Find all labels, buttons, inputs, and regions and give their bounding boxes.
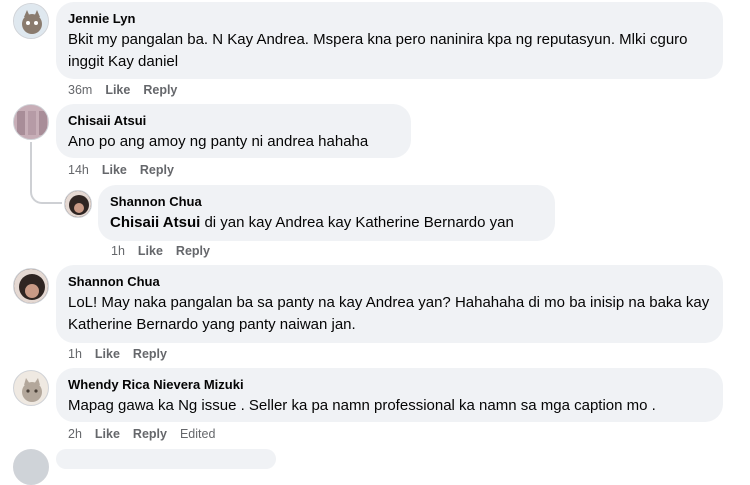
avatar-person-icon bbox=[65, 191, 91, 217]
comment-time[interactable]: 36m bbox=[68, 82, 92, 98]
comment-bubble: Chisaii Atsui Ano po ang amoy ng panty n… bbox=[56, 104, 411, 158]
comment-actions: 1h Like Reply bbox=[111, 243, 210, 259]
avatar[interactable] bbox=[13, 3, 49, 39]
avatar[interactable] bbox=[13, 449, 49, 485]
comment-time[interactable]: 14h bbox=[68, 162, 89, 178]
comment-text: Mapag gawa ka Ng issue . Seller ka pa na… bbox=[68, 397, 656, 414]
like-button[interactable]: Like bbox=[138, 243, 163, 259]
avatar[interactable] bbox=[13, 104, 49, 140]
like-button[interactable]: Like bbox=[105, 82, 130, 98]
avatar[interactable] bbox=[64, 190, 92, 218]
reply-button[interactable]: Reply bbox=[133, 426, 167, 442]
comment-author[interactable]: Whendy Rica Nievera Mizuki bbox=[68, 376, 711, 393]
comment-text: Ano po ang amoy ng panty ni andrea hahah… bbox=[68, 133, 369, 150]
comment-bubble: Whendy Rica Nievera Mizuki Mapag gawa ka… bbox=[56, 368, 723, 422]
like-button[interactable]: Like bbox=[102, 162, 127, 178]
avatar[interactable] bbox=[13, 268, 49, 304]
comment-actions: 2h Like Reply Edited bbox=[68, 426, 215, 442]
reply-button[interactable]: Reply bbox=[143, 82, 177, 98]
comment-text: Chisaii Atsui di yan kay Andrea kay Kath… bbox=[110, 212, 543, 234]
comment-bubble: Shannon Chua Chisaii Atsui di yan kay An… bbox=[98, 185, 555, 241]
comment-bubble: Jennie Lyn Bkit my pangalan ba. N Kay An… bbox=[56, 2, 723, 79]
comment-time[interactable]: 1h bbox=[68, 346, 82, 362]
comment-author[interactable]: Shannon Chua bbox=[110, 193, 543, 210]
comment-bubble: Shannon Chua LoL! May naka pangalan ba s… bbox=[56, 265, 723, 343]
like-button[interactable]: Like bbox=[95, 346, 120, 362]
comment-text-body: di yan kay Andrea kay Katherine Bernardo… bbox=[200, 214, 514, 231]
reply-thread-line bbox=[30, 142, 62, 204]
reply-button[interactable]: Reply bbox=[140, 162, 174, 178]
comment-author[interactable]: Chisaii Atsui bbox=[68, 112, 399, 129]
comment-time[interactable]: 2h bbox=[68, 426, 82, 442]
avatar-cat-icon bbox=[14, 371, 48, 405]
edited-label: Edited bbox=[179, 427, 216, 441]
comment-author[interactable]: Shannon Chua bbox=[68, 273, 711, 290]
avatar-photo-icon bbox=[14, 105, 48, 139]
comment-text: LoL! May naka pangalan ba sa panty na ka… bbox=[68, 294, 710, 333]
reply-button[interactable]: Reply bbox=[176, 243, 210, 259]
comment-actions: 36m Like Reply bbox=[68, 82, 177, 98]
comment-text: Bkit my pangalan ba. N Kay Andrea. Msper… bbox=[68, 31, 688, 70]
like-button[interactable]: Like bbox=[95, 426, 120, 442]
comment-time[interactable]: 1h bbox=[111, 243, 125, 259]
reply-button[interactable]: Reply bbox=[133, 346, 167, 362]
comment-bubble bbox=[56, 449, 276, 469]
comment-actions: 14h Like Reply bbox=[68, 162, 174, 178]
avatar-person-icon bbox=[14, 269, 48, 303]
mention-link[interactable]: Chisaii Atsui bbox=[110, 214, 200, 231]
avatar[interactable] bbox=[13, 370, 49, 406]
comment-actions: 1h Like Reply bbox=[68, 346, 167, 362]
comment-author[interactable]: Jennie Lyn bbox=[68, 10, 711, 27]
avatar-cat-icon bbox=[14, 4, 48, 38]
